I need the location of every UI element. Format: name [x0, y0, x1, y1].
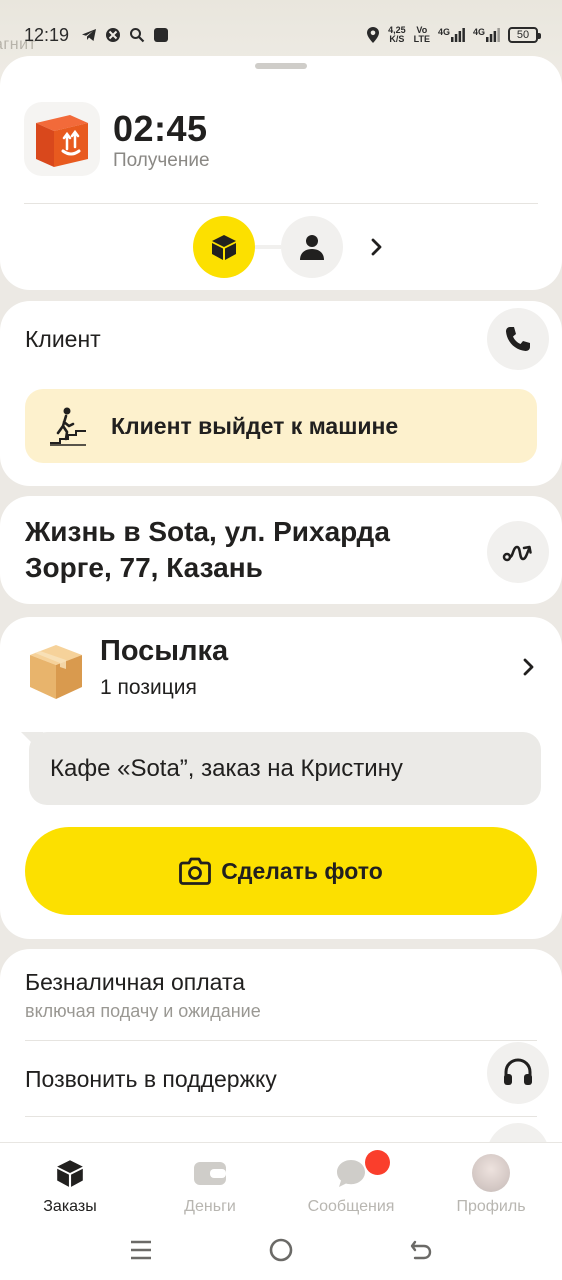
client-note: Клиент выйдет к машине [25, 389, 537, 463]
client-card: Клиент Клиент выйдет к машине [0, 301, 562, 486]
divider [25, 1116, 537, 1117]
xbox-icon [106, 28, 121, 42]
battery-indicator: 50 [508, 27, 541, 43]
take-photo-label: Сделать фото [221, 857, 383, 884]
walking-stairs-icon [50, 407, 86, 446]
route-icon [502, 545, 532, 562]
network-speed: 4,25 K/S [388, 25, 406, 44]
stepper-next-chevron-icon[interactable] [370, 234, 386, 260]
order-timer: 02:45 [113, 108, 208, 149]
parcel-title: Посылка [100, 635, 229, 667]
delivery-address[interactable]: Жизнь в Sota, ул. Рихарда Зорге, 77, Каз… [25, 514, 455, 586]
order-stepper [193, 216, 343, 278]
box-icon [212, 235, 236, 260]
divider [24, 203, 538, 204]
tab-profile[interactable]: Профиль [421, 1153, 561, 1216]
order-type-icon [24, 102, 100, 176]
unread-badge [365, 1150, 390, 1175]
home-nav-icon[interactable] [266, 1235, 296, 1265]
order-comment-text: Кафе «Sota”, заказ на Кристину [50, 754, 403, 782]
menu-nav-icon[interactable] [126, 1235, 156, 1265]
system-nav-bar [0, 1225, 562, 1275]
order-status-card: 02:45 Получение [0, 56, 562, 290]
box-icon [57, 1160, 83, 1187]
app-square-icon [154, 28, 169, 42]
tab-money-label: Деньги [184, 1198, 236, 1215]
wallet-icon [194, 1162, 226, 1185]
tab-messages[interactable]: Сообщения [281, 1150, 421, 1216]
volte-indicator: Vo LTE [413, 25, 430, 44]
order-stage-label: Получение [113, 150, 210, 171]
client-label: Клиент [25, 326, 101, 352]
phone-icon [506, 327, 530, 351]
route-button[interactable] [487, 521, 549, 583]
order-comment: Кафе «Sota”, заказ на Кристину [29, 732, 541, 805]
signal-2-icon: 4G [473, 28, 500, 42]
sheet-drag-handle[interactable] [255, 63, 307, 69]
person-icon [300, 235, 324, 260]
parcel-items-count: 1 позиция [100, 676, 197, 699]
parcel-box-icon [36, 115, 88, 167]
call-client-button[interactable] [487, 308, 549, 370]
client-note-text: Клиент выйдет к машине [111, 412, 399, 439]
tab-profile-label: Профиль [456, 1198, 526, 1215]
search-icon [130, 28, 145, 43]
tab-orders[interactable]: Заказы [0, 1153, 140, 1216]
parcel-details-chevron-icon[interactable] [522, 657, 536, 682]
headset-icon [504, 1058, 532, 1085]
take-photo-button[interactable]: Сделать фото [25, 827, 537, 915]
payment-note: включая подачу и ожидание [25, 1001, 261, 1021]
step-client[interactable] [281, 216, 343, 278]
tab-messages-label: Сообщения [307, 1198, 395, 1215]
call-support-button[interactable] [487, 1042, 549, 1104]
status-time: 12:19 [24, 24, 70, 45]
payment-method: Безналичная оплата [25, 969, 246, 995]
cardboard-box-icon [30, 645, 82, 699]
tab-orders-label: Заказы [43, 1198, 97, 1215]
call-support-label[interactable]: Позвонить в поддержку [25, 1066, 277, 1093]
stepper-connector [255, 245, 281, 249]
parcel-card: Посылка 1 позиция Кафе «Sota”, заказ на … [0, 617, 562, 939]
payment-support-card: Безналичная оплата включая подачу и ожид… [0, 949, 562, 1185]
location-icon [367, 27, 380, 43]
back-nav-icon[interactable] [406, 1235, 436, 1265]
telegram-icon [82, 29, 97, 41]
chat-icon [337, 1160, 365, 1187]
camera-icon [179, 857, 212, 885]
signal-1-icon: 4G [438, 28, 465, 42]
tab-money[interactable]: Деньги [140, 1153, 280, 1216]
avatar [472, 1154, 510, 1192]
address-card: Жизнь в Sota, ул. Рихарда Зорге, 77, Каз… [0, 496, 562, 604]
divider [25, 1040, 537, 1041]
step-pickup[interactable] [193, 216, 255, 278]
